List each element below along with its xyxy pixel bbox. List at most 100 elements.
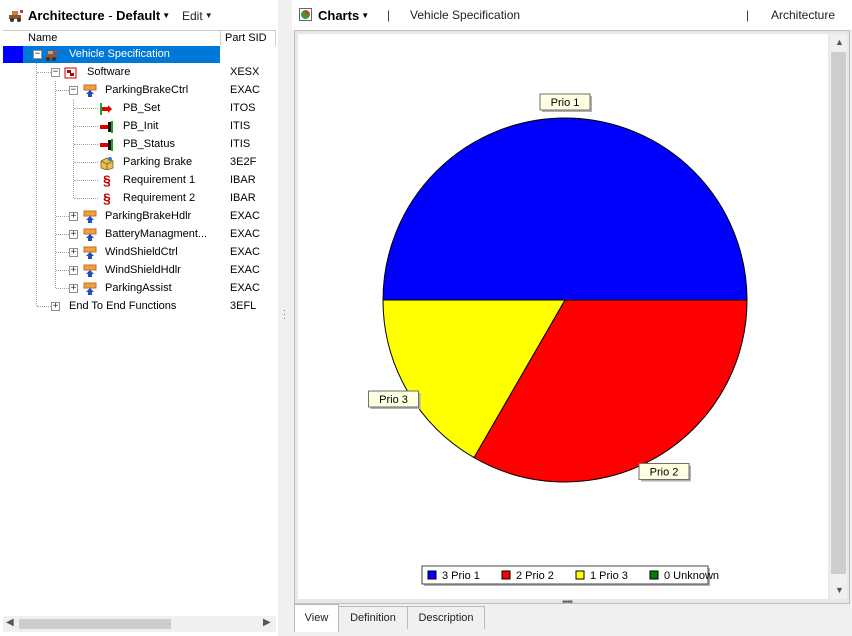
- part-sid: EXAC: [230, 246, 260, 258]
- tree-item-parkingbrakectrl[interactable]: − ParkingBrakeCtrl EXAC: [3, 82, 276, 100]
- tree-horizontal-scrollbar[interactable]: ◀ ▶: [3, 616, 276, 632]
- tab-definition[interactable]: Definition: [338, 606, 408, 629]
- pie-slice-prio-1[interactable]: [382, 117, 748, 301]
- tree-item-parking-brake[interactable]: Parking Brake 3E2F: [3, 154, 276, 172]
- component-icon: [83, 84, 97, 97]
- tree-item-label: Requirement 1: [123, 174, 196, 186]
- scroll-down-arrow-icon[interactable]: ▼: [835, 585, 844, 595]
- component-icon: [83, 264, 97, 277]
- part-sid: IBAR: [230, 192, 256, 204]
- tree-item-label: ParkingBrakeCtrl: [105, 84, 189, 96]
- panel-title[interactable]: Architecture - Default ▼: [28, 8, 170, 23]
- tree-item-pb-init[interactable]: PB_Init ITIS: [3, 118, 276, 136]
- charts-menu-label: Charts: [318, 8, 360, 23]
- tree-item-parkingbrakehdlr[interactable]: + ParkingBrakeHdlr EXAC: [3, 208, 276, 226]
- part-sid: XESX: [230, 66, 260, 78]
- tree-item-label: PB_Status: [123, 138, 175, 150]
- scrollbar-thumb[interactable]: [831, 52, 846, 574]
- tree-guide-line: [56, 270, 69, 271]
- view-selector[interactable]: Default: [116, 8, 160, 23]
- tree-item-requirement-2[interactable]: § Requirement 2 IBAR: [3, 190, 276, 208]
- port-in-icon: [100, 121, 113, 133]
- scroll-up-arrow-icon[interactable]: ▲: [835, 37, 844, 47]
- architecture-icon: [9, 10, 23, 22]
- tree-guide-line: [56, 90, 69, 91]
- expand-toggle[interactable]: +: [69, 266, 78, 275]
- expand-toggle[interactable]: +: [69, 230, 78, 239]
- scrollbar-thumb[interactable]: [19, 619, 171, 629]
- architecture-toolbar: Architecture - Default ▼ Edit ▼: [0, 0, 278, 30]
- charts-menu[interactable]: Charts ▼: [318, 8, 369, 23]
- architecture-panel: Architecture - Default ▼ Edit ▼ Name Part …: [0, 0, 278, 636]
- expand-toggle[interactable]: +: [69, 248, 78, 257]
- tree-item-pb-set[interactable]: PB_Set ITOS: [3, 100, 276, 118]
- tree-item-parkingassist[interactable]: + ParkingAssist EXAC: [3, 280, 276, 298]
- column-divider[interactable]: [220, 31, 221, 46]
- expand-toggle[interactable]: +: [69, 212, 78, 221]
- slice-label-prio-3: Prio 3: [379, 394, 408, 406]
- tree-item-label: Parking Brake: [123, 156, 193, 168]
- part-sid: ITIS: [230, 138, 251, 150]
- scroll-left-arrow-icon[interactable]: ◀: [6, 617, 14, 628]
- part-sid: EXAC: [230, 264, 260, 276]
- legend-swatch: [649, 570, 659, 580]
- tree-item-vehicle-specification[interactable]: − Vehicle Specification: [3, 46, 276, 64]
- collapse-toggle[interactable]: −: [69, 86, 78, 95]
- architecture-tree[interactable]: − Vehicle Specification − Software XESX: [3, 46, 276, 612]
- edit-menu[interactable]: Edit ▼: [182, 9, 213, 23]
- tree-guide-line: [56, 252, 69, 253]
- tree-guide-line: [56, 216, 69, 217]
- edit-menu-label: Edit: [182, 9, 203, 23]
- tree-item-label: ParkingAssist: [105, 282, 172, 294]
- chevron-down-icon: ▼: [204, 11, 213, 20]
- slice-label-prio-1: Prio 1: [551, 97, 580, 109]
- tree-item-pb-status[interactable]: PB_Status ITIS: [3, 136, 276, 154]
- pie-chart: Prio 1 Prio 2 Prio 3 3 Prio 1 2 Prio 2 1 Pri…: [368, 93, 748, 586]
- splitter-grip-icon: · · ·: [283, 305, 286, 323]
- part-sid: EXAC: [230, 282, 260, 294]
- tree-item-label: ParkingBrakeHdlr: [105, 210, 192, 222]
- column-divider[interactable]: [275, 31, 276, 46]
- legend-label: 3 Prio 1: [442, 570, 480, 582]
- tree-guide-line: [37, 306, 51, 307]
- legend-label: 2 Prio 2: [516, 570, 554, 582]
- vehicle-spec-icon: [46, 50, 58, 61]
- tree-guide-line: [74, 126, 98, 127]
- tree-item-end-to-end-functions[interactable]: + End To End Functions 3EFL: [3, 298, 276, 316]
- chart-vertical-scrollbar[interactable]: ▲ ▼: [830, 34, 847, 599]
- column-header-name[interactable]: Name: [28, 32, 57, 44]
- title-separator: -: [108, 8, 113, 23]
- part-sid: EXAC: [230, 228, 260, 240]
- legend-swatch: [427, 570, 437, 580]
- collapse-toggle[interactable]: −: [51, 68, 60, 77]
- tab-description[interactable]: Description: [407, 606, 485, 629]
- expand-toggle[interactable]: +: [51, 302, 60, 311]
- toolbar-separator: |: [746, 8, 750, 22]
- tree-guide-line: [56, 288, 69, 289]
- tree-item-label: Vehicle Specification: [69, 48, 170, 60]
- column-header-part-sid[interactable]: Part SID: [225, 32, 267, 44]
- collapse-toggle[interactable]: −: [33, 50, 42, 59]
- tree-item-label: PB_Set: [123, 102, 161, 114]
- scroll-right-arrow-icon[interactable]: ▶: [263, 617, 271, 628]
- toolbar-separator: |: [387, 8, 391, 22]
- tree-item-batterymanagment[interactable]: + BatteryManagment... EXAC: [3, 226, 276, 244]
- expand-toggle[interactable]: +: [69, 284, 78, 293]
- tree-item-windshieldhdlr[interactable]: + WindShieldHdlr EXAC: [3, 262, 276, 280]
- tree-guide-line: [37, 72, 51, 73]
- charts-icon: [299, 8, 312, 21]
- chevron-down-icon: ▼: [361, 11, 370, 20]
- tree-guide-line: [74, 108, 98, 109]
- part-sid: EXAC: [230, 210, 260, 222]
- tree-item-label: WindShieldHdlr: [105, 264, 181, 276]
- tree-item-windshieldctrl[interactable]: + WindShieldCtrl EXAC: [3, 244, 276, 262]
- panel-splitter[interactable]: · · ·: [278, 0, 292, 636]
- tree-item-software[interactable]: − Software XESX: [3, 64, 276, 82]
- tree-item-requirement-1[interactable]: § Requirement 1 IBAR: [3, 172, 276, 190]
- perspective-label: Architecture: [771, 8, 836, 22]
- legend-swatch: [575, 570, 585, 580]
- part-sid: EXAC: [230, 84, 260, 96]
- tab-view[interactable]: View: [294, 604, 339, 632]
- tree-item-label: PB_Init: [123, 120, 159, 132]
- requirement-icon: §: [103, 172, 111, 188]
